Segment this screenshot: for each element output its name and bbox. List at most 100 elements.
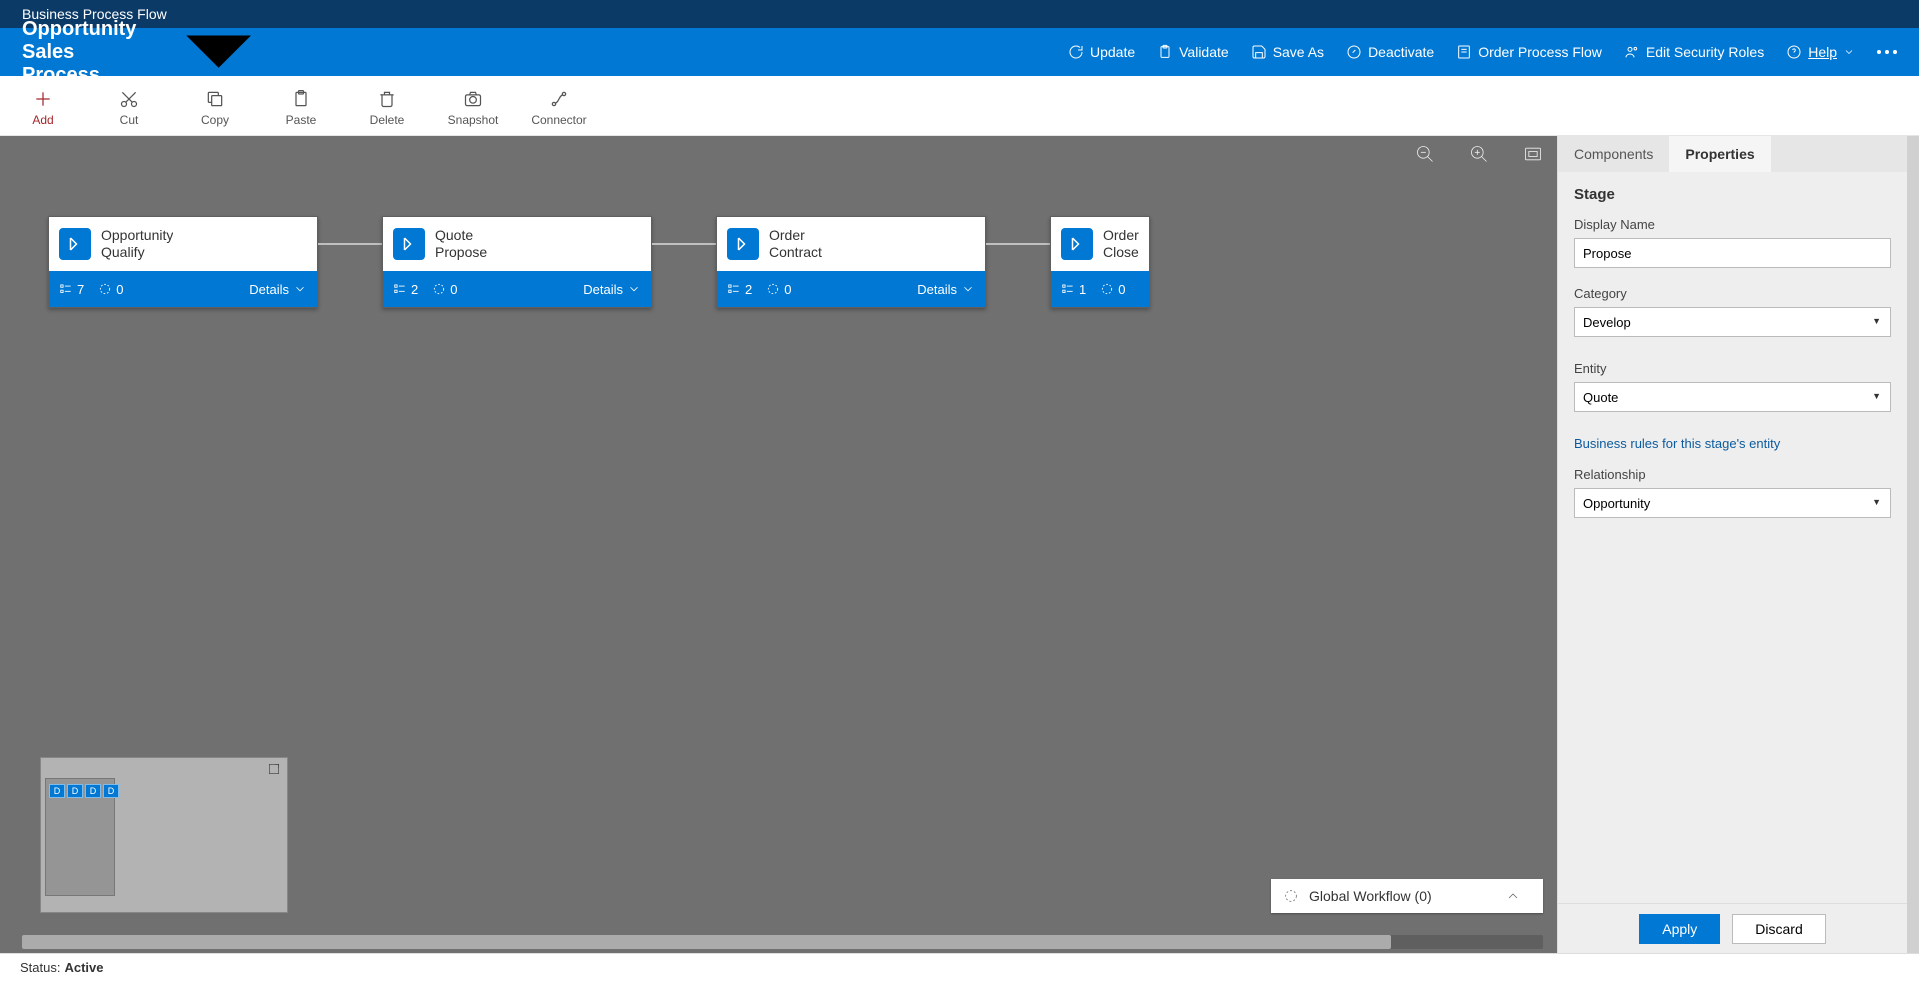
zoom-out-icon[interactable] [1415,144,1435,164]
status-bar: Status: Active [0,953,1919,981]
stage-name: Close [1103,244,1139,261]
security-icon [1624,44,1640,60]
status-value: Active [64,960,103,975]
delete-icon [377,89,397,109]
stage-qualify[interactable]: Opportunity Qualify 7 0 Details [48,216,318,308]
cut-tool[interactable]: Cut [96,80,162,136]
validate-button[interactable]: Validate [1157,44,1229,60]
stage-header: Opportunity Qualify [49,217,317,271]
stage-name: Qualify [101,244,173,261]
fit-screen-icon[interactable] [1523,144,1543,164]
horizontal-scrollbar[interactable] [22,935,1543,949]
help-button[interactable]: Help [1786,44,1855,60]
tab-components[interactable]: Components [1558,136,1669,172]
delete-tool[interactable]: Delete [354,80,420,136]
panel-scrollbar[interactable] [1907,136,1919,953]
stage-propose[interactable]: Quote Propose 2 0 Details [382,216,652,308]
stage-footer: 7 0 Details [49,271,317,307]
stage-name: Contract [769,244,822,261]
cut-icon [119,89,139,109]
workflows-count: 0 [432,282,457,297]
minimap-node: D [49,784,65,798]
connector-line [652,243,716,245]
category-select[interactable]: Develop [1574,307,1891,337]
stage-entity: Opportunity [101,227,173,244]
save-as-label: Save As [1273,44,1324,60]
panel-tabs: Components Properties [1558,136,1907,172]
zoom-in-icon[interactable] [1469,144,1489,164]
display-name-label: Display Name [1574,217,1891,232]
chevron-down-icon [961,282,975,296]
minimap-node: D [85,784,101,798]
paste-label: Paste [286,113,317,127]
tab-properties[interactable]: Properties [1669,136,1770,172]
steps-count: 1 [1061,282,1086,297]
minimap-node: D [103,784,119,798]
global-workflow-label: Global Workflow (0) [1309,888,1432,904]
help-icon [1786,44,1802,60]
stage-contract[interactable]: Order Contract 2 0 Details [716,216,986,308]
copy-tool[interactable]: Copy [182,80,248,136]
stage-close[interactable]: Order Close 1 0 [1050,216,1150,308]
stage-header: Order Contract [717,217,985,271]
category-label: Category [1574,286,1891,301]
edit-security-roles-button[interactable]: Edit Security Roles [1624,44,1764,60]
refresh-icon [1068,44,1084,60]
business-rules-link[interactable]: Business rules for this stage's entity [1574,436,1891,451]
command-bar: Opportunity Sales Process Update Validat… [0,28,1919,76]
apply-button[interactable]: Apply [1639,914,1720,944]
more-actions-button[interactable] [1877,50,1897,54]
stage-entity: Order [1103,227,1139,244]
stage-footer: 2 0 Details [383,271,651,307]
workflows-count: 0 [766,282,791,297]
entity-label: Entity [1574,361,1891,376]
add-tool[interactable]: Add [10,80,76,136]
stage-entity: Order [769,227,822,244]
minimap[interactable]: D D D D [40,757,288,913]
global-workflow-bar[interactable]: Global Workflow (0) [1271,879,1543,913]
connector-tool[interactable]: Connector [526,80,592,136]
deactivate-button[interactable]: Deactivate [1346,44,1434,60]
panel-footer: Apply Discard [1558,903,1907,953]
workflow-icon [766,282,780,296]
workflow-icon [432,282,446,296]
steps-icon [393,282,407,296]
properties-panel: Components Properties Stage Display Name… [1557,136,1907,953]
stage-name: Propose [435,244,487,261]
stage-header: Order Close [1051,217,1149,271]
clipboard-icon [1157,44,1173,60]
deactivate-icon [1346,44,1362,60]
update-label: Update [1090,44,1135,60]
status-label: Status: [20,960,60,975]
stage-icon [1061,228,1093,260]
details-toggle[interactable]: Details [583,282,641,297]
relationship-select[interactable]: Opportunity [1574,488,1891,518]
connector-line [318,243,382,245]
copy-label: Copy [201,113,229,127]
scrollbar-thumb[interactable] [22,935,1391,949]
save-icon [1251,44,1267,60]
minimap-expand[interactable] [267,762,281,776]
chevron-down-icon [293,282,307,296]
entity-select[interactable]: Quote [1574,382,1891,412]
details-toggle[interactable]: Details [917,282,975,297]
workflow-icon [1283,888,1299,904]
discard-button[interactable]: Discard [1732,914,1825,944]
chevron-up-icon [1505,888,1521,904]
canvas[interactable]: Opportunity Qualify 7 0 Details [0,136,1557,953]
stage-icon [59,228,91,260]
display-name-input[interactable] [1574,238,1891,268]
stages-row: Opportunity Qualify 7 0 Details [48,216,1557,308]
steps-count: 2 [727,282,752,297]
help-label: Help [1808,44,1837,60]
order-process-flow-button[interactable]: Order Process Flow [1456,44,1602,60]
order-icon [1456,44,1472,60]
snapshot-tool[interactable]: Snapshot [440,80,506,136]
save-as-button[interactable]: Save As [1251,44,1324,60]
canvas-controls [1415,144,1543,164]
details-toggle[interactable]: Details [249,282,307,297]
stage-icon [393,228,425,260]
workflow-icon [98,282,112,296]
update-button[interactable]: Update [1068,44,1135,60]
paste-tool[interactable]: Paste [268,80,334,136]
